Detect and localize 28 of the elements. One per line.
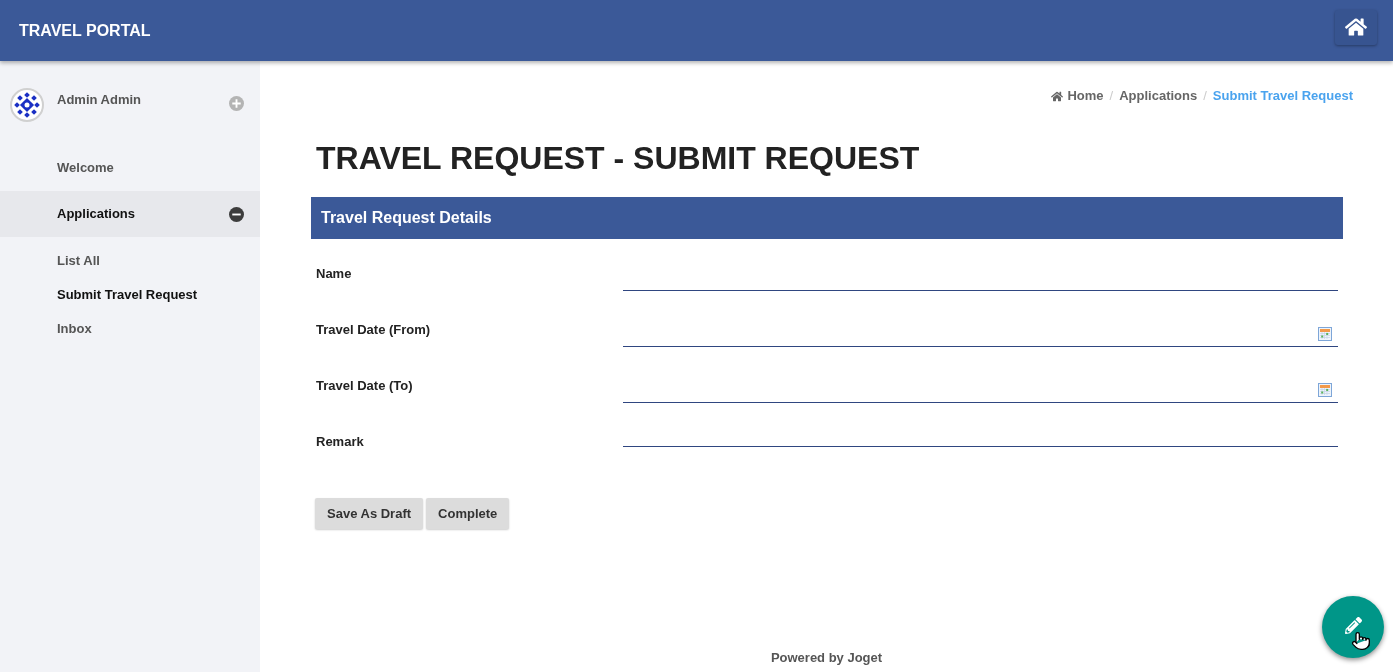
save-draft-button[interactable]: Save As Draft [315,498,424,529]
submenu-item[interactable]: Submit Travel Request [0,278,198,312]
field-label: Name [316,266,352,282]
avatar-icon [10,88,44,122]
field-label: Remark [316,434,364,450]
sidebar-item[interactable]: Welcome [0,145,260,191]
home-icon [1345,17,1367,37]
minus-circle-icon[interactable] [229,206,244,222]
field-label: Travel Date (From) [316,322,431,338]
breadcrumb-separator: / [1108,87,1115,105]
home-button[interactable] [1335,9,1377,45]
edit-fab-button[interactable] [1322,596,1384,658]
pencil-icon [1344,616,1362,634]
home-icon [1051,90,1064,102]
breadcrumb-separator: / [1202,87,1208,105]
field-label: Travel Date (To) [316,378,413,394]
complete-button[interactable]: Complete [426,498,510,529]
user-name[interactable]: Admin Admin [57,92,141,108]
breadcrumb-link[interactable]: Applications [1119,87,1198,105]
page-title: TRAVEL REQUEST - SUBMIT REQUEST [316,139,921,177]
submenu-item[interactable]: Inbox [0,312,92,346]
portal-title: TRAVEL PORTAL [19,20,151,41]
submenu-item[interactable]: List All [0,244,100,278]
section-title: Travel Request Details [321,208,492,228]
hand-cursor-icon [1351,630,1371,652]
sidebar-item[interactable]: Applications [0,191,260,237]
footer-text: Powered by Joget [770,650,883,666]
breadcrumb-link[interactable]: Home [1051,87,1104,105]
